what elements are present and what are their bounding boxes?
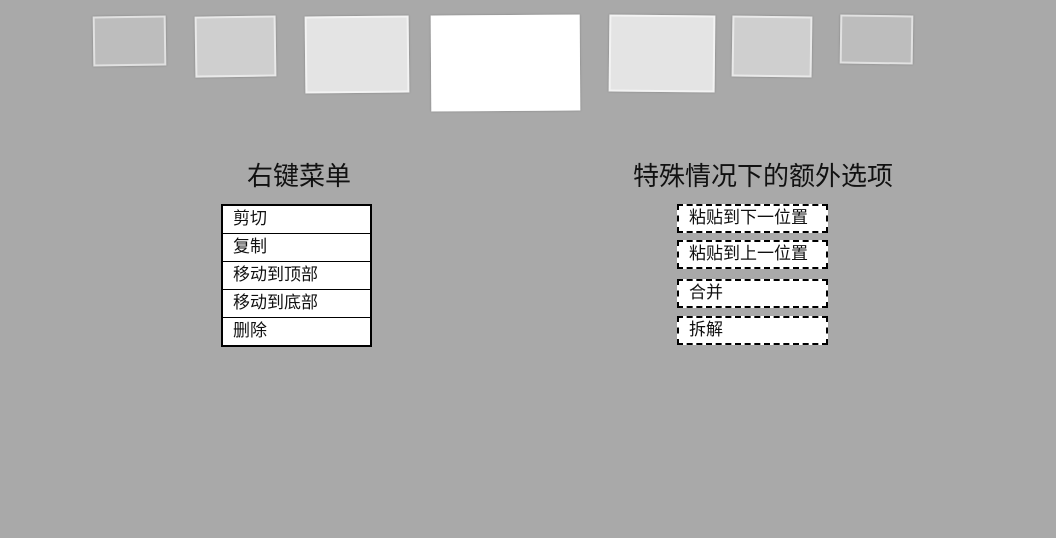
menu-item-delete[interactable]: 删除	[223, 318, 370, 345]
carousel-card-7[interactable]	[839, 14, 914, 65]
carousel-card-3[interactable]	[304, 15, 410, 94]
context-menu-title: 右键菜单	[246, 162, 351, 192]
option-merge[interactable]: 合并	[677, 279, 828, 308]
carousel-card-1[interactable]	[92, 15, 167, 67]
menu-item-move-to-top[interactable]: 移动到顶部	[223, 262, 370, 290]
extra-options-title: 特殊情况下的额外选项	[632, 162, 893, 192]
option-split[interactable]: 拆解	[677, 316, 828, 345]
carousel-card-6[interactable]	[731, 15, 813, 78]
menu-item-cut[interactable]: 剪切	[223, 206, 370, 234]
carousel-card-2[interactable]	[194, 15, 277, 78]
option-paste-next[interactable]: 粘贴到下一位置	[677, 204, 828, 233]
menu-item-move-to-bottom[interactable]: 移动到底部	[223, 290, 370, 318]
context-menu: 剪切 复制 移动到顶部 移动到底部 删除	[221, 204, 372, 347]
stage: 右键菜单 特殊情况下的额外选项 剪切 复制 移动到顶部 移动到底部 删除 粘贴到…	[0, 0, 1056, 538]
menu-item-copy[interactable]: 复制	[223, 234, 370, 262]
carousel-card-active[interactable]	[430, 14, 581, 112]
carousel-card-5[interactable]	[608, 14, 716, 93]
option-paste-previous[interactable]: 粘贴到上一位置	[677, 240, 828, 269]
